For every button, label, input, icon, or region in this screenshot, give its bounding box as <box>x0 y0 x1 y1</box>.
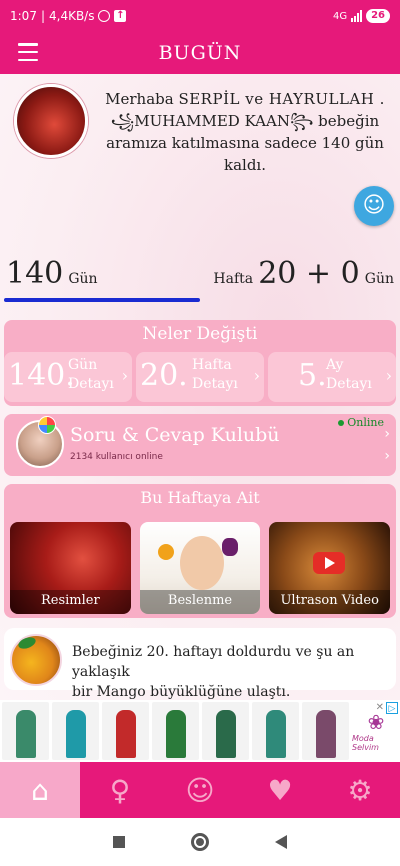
upload-icon: ↑ <box>114 10 127 22</box>
baby-icon: ☺ <box>185 773 215 807</box>
week-value: 20 + 0 <box>258 256 360 291</box>
page-title: BUGÜN <box>158 42 242 64</box>
parent-names: SERPİL ve HAYRULLAH . <box>178 90 385 108</box>
ad-product[interactable] <box>202 702 249 760</box>
ad-choices-icon[interactable]: ▷ <box>386 702 398 714</box>
tile-day-detail[interactable]: 140. Gün Detayı › <box>4 352 132 402</box>
qa-club-panel[interactable]: Soru & Cevap Kulubü 2134 kullanıcı onlin… <box>4 414 396 476</box>
tile-num: 140. <box>8 358 75 393</box>
flower-icon: ❀ <box>367 710 385 734</box>
tile-line2: Detayı <box>192 376 238 392</box>
ad-brand: Moda Selvim <box>352 734 379 752</box>
status-time: 1:07 <box>10 9 37 23</box>
tile-line2: Detayı <box>326 376 372 392</box>
week-counter: Hafta 20 + 0 Gün <box>213 256 394 291</box>
card-label: Ultrason Video <box>269 590 391 614</box>
signal-icon <box>351 10 363 22</box>
days-value: 140 <box>6 256 64 291</box>
week-days-label: Gün <box>364 271 394 287</box>
settings-icon: ⚙ <box>347 773 373 807</box>
tile-num: 20. <box>140 358 188 393</box>
ad-product[interactable] <box>52 702 99 760</box>
recents-icon[interactable] <box>113 836 125 848</box>
status-net-speed: 4,4KB/s <box>49 9 95 23</box>
tile-month-detail[interactable]: 5. Ay Detayı › <box>268 352 396 402</box>
tile-line1: Gün <box>68 357 98 373</box>
nav-home[interactable]: ⌂ <box>0 762 80 818</box>
baby-size-text: Bebeğiniz 20. haftayı doldurdu ve şu an … <box>72 644 355 700</box>
battery-level: 26 <box>366 9 390 23</box>
welcome-greeting: Merhaba <box>105 90 179 108</box>
ad-product[interactable] <box>102 702 149 760</box>
heartbeat-icon: ♥ <box>267 773 293 807</box>
nav-settings[interactable]: ⚙ <box>320 762 400 818</box>
chevron-right-icon: › <box>384 426 390 442</box>
this-week-title: Bu Haftaya Ait <box>140 488 260 507</box>
days-label: Gün <box>68 271 98 287</box>
app-bar: BUGÜN <box>0 32 400 74</box>
welcome-baby-suffix: bebeğin <box>313 112 380 130</box>
days-remaining-counter: 140 Gün <box>6 256 98 291</box>
week-label: Hafta <box>213 271 254 287</box>
online-label: Online <box>347 416 384 429</box>
nav-stroller[interactable]: ♀ <box>80 762 160 818</box>
chevron-right-icon: › <box>384 448 390 464</box>
play-icon <box>313 552 346 574</box>
question-badge-icon <box>38 416 56 434</box>
ad-product[interactable] <box>2 702 49 760</box>
card-nutrition[interactable]: Beslenme <box>139 522 261 614</box>
tile-week-detail[interactable]: 20. Hafta Detayı › <box>136 352 264 402</box>
menu-icon[interactable] <box>18 43 38 61</box>
baby-icon: ☺ <box>362 193 386 218</box>
tile-line1: Hafta <box>192 357 232 373</box>
card-pictures[interactable]: Resimler <box>10 522 131 614</box>
ad-product[interactable] <box>302 702 349 760</box>
neler-degisti-panel: Neler Değişti 140. Gün Detayı › 20. Haft… <box>4 320 396 406</box>
online-status: Online <box>338 416 384 429</box>
welcome-end: kaldı. <box>224 156 266 174</box>
ad-banner[interactable]: ❀ Moda Selvim ▷ ✕ <box>0 700 400 762</box>
baby-name: ꧁MUHAMMED KAAN꧂ <box>110 112 314 130</box>
nav-heartbeat[interactable]: ♥ <box>240 762 320 818</box>
back-icon[interactable] <box>275 835 287 849</box>
system-navigation <box>0 818 400 866</box>
tile-line2: Detayı <box>68 376 114 392</box>
stroller-icon: ♀ <box>109 773 131 807</box>
nav-baby[interactable]: ☺ <box>160 762 240 818</box>
card-label: Beslenme <box>139 590 261 614</box>
home-icon: ⌂ <box>31 773 49 807</box>
qa-title: Soru & Cevap Kulubü <box>70 424 280 446</box>
welcome-remaining: aramıza katılmasına sadece 140 gün <box>106 134 384 152</box>
tile-num: 5. <box>298 358 327 393</box>
baby-fab-button[interactable]: ☺ <box>354 186 394 226</box>
ad-product[interactable] <box>152 702 199 760</box>
this-week-panel: Bu Haftaya Ait Resimler Beslenme Ultraso… <box>4 484 396 618</box>
welcome-message: Merhaba SERPİL ve HAYRULLAH . ꧁MUHAMMED … <box>100 88 390 176</box>
ad-product[interactable] <box>252 702 299 760</box>
qa-online-count: 2134 kullanıcı online <box>70 452 163 462</box>
card-label: Resimler <box>10 590 131 614</box>
baby-size-card[interactable]: Bebeğiniz 20. haftayı doldurdu ve şu an … <box>4 628 396 700</box>
bottom-navigation: ⌂ ♀ ☺ ♥ ⚙ <box>0 762 400 818</box>
ad-close-icon[interactable]: ✕ <box>376 702 384 713</box>
chevron-right-icon: › <box>385 366 392 385</box>
online-dot-icon <box>338 420 345 426</box>
mango-image <box>10 634 62 686</box>
status-bar: 1:07 | 4,4KB/s ↑ 4G 26 <box>0 0 400 32</box>
fetus-avatar <box>14 84 88 158</box>
neler-title: Neler Değişti <box>142 324 258 344</box>
pregnancy-progress-bar <box>4 298 200 302</box>
card-ultrasound-video[interactable]: Ultrason Video <box>269 522 391 614</box>
tile-line1: Ay <box>326 357 344 373</box>
chevron-right-icon: › <box>253 366 260 385</box>
alarm-icon <box>98 10 111 22</box>
network-type: 4G <box>332 10 348 22</box>
home-system-icon[interactable] <box>191 833 209 851</box>
chevron-right-icon: › <box>121 366 128 385</box>
